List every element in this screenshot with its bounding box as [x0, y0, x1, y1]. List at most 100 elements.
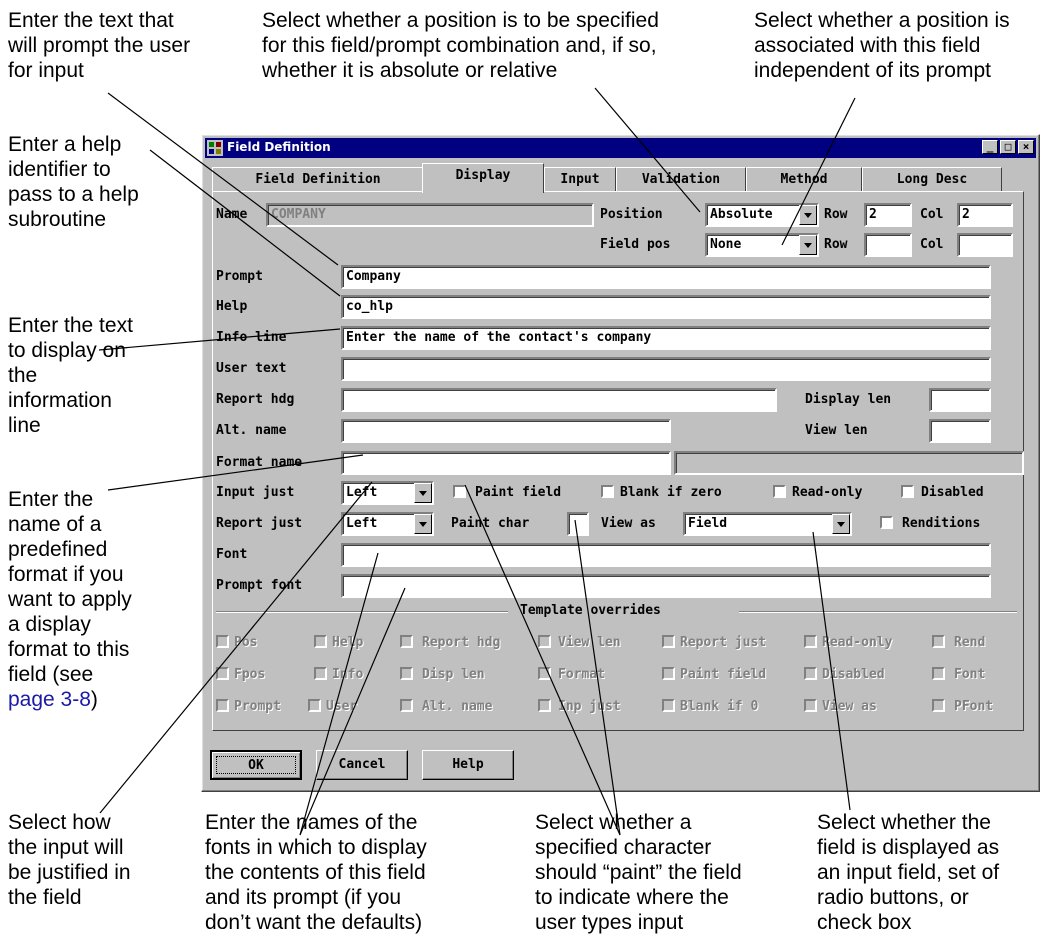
- read-only-label: Read-only: [792, 485, 863, 500]
- view-as-select[interactable]: Field: [683, 512, 852, 536]
- position-label: Position: [600, 207, 663, 222]
- focus-ring: [216, 756, 296, 774]
- chevron-down-icon[interactable]: [799, 205, 817, 225]
- blank-if-zero-checkbox[interactable]: [601, 485, 614, 498]
- chevron-down-icon[interactable]: [832, 514, 850, 534]
- override-view-len-checkbox[interactable]: [538, 635, 551, 648]
- cancel-button[interactable]: Cancel: [316, 750, 408, 780]
- help-input[interactable]: co_hlp: [341, 295, 991, 319]
- prompt-font-input[interactable]: [341, 574, 991, 598]
- paint-char-input[interactable]: [567, 512, 589, 536]
- override-blank-if-0-label: Blank if 0: [680, 699, 759, 714]
- name-label: Name: [216, 207, 248, 222]
- position-select[interactable]: Absolute: [705, 203, 819, 227]
- override-pfont-label: PFont: [954, 699, 994, 714]
- chevron-down-icon[interactable]: [414, 483, 432, 503]
- annotation-input-just: Select how the input will be justified in t…: [8, 811, 131, 909]
- col-input[interactable]: 2: [957, 203, 1013, 227]
- override-read-only-checkbox[interactable]: [804, 635, 817, 648]
- override-paint-field-label: Paint field: [680, 667, 767, 682]
- chevron-down-icon[interactable]: [414, 514, 432, 534]
- chevron-down-icon[interactable]: [799, 235, 817, 255]
- read-only-checkbox[interactable]: [773, 485, 786, 498]
- annotation-fonts: Enter the names of the fonts in which to …: [205, 811, 427, 934]
- override-blank-if-0-checkbox[interactable]: [662, 699, 675, 712]
- override-info-checkbox[interactable]: [314, 667, 327, 680]
- disabled-label: Disabled: [921, 485, 984, 500]
- tab-input[interactable]: Input: [544, 167, 616, 191]
- override-report-just-checkbox[interactable]: [662, 635, 675, 648]
- format-description-field: [674, 451, 1024, 475]
- override-disp-len-checkbox[interactable]: [400, 667, 413, 680]
- report-just-select[interactable]: Left: [341, 512, 434, 536]
- field-pos-select[interactable]: None: [705, 233, 819, 257]
- override-format-label: Format: [558, 667, 605, 682]
- override-inp-just-checkbox[interactable]: [538, 699, 551, 712]
- override-fpos-checkbox[interactable]: [216, 667, 229, 680]
- override-info-label: Info: [332, 667, 364, 682]
- renditions-label: Renditions: [902, 516, 981, 531]
- tab-method[interactable]: Method: [746, 167, 862, 191]
- override-prompt-checkbox[interactable]: [216, 699, 229, 712]
- overrides-divider-left: [216, 611, 508, 613]
- info-line-label: Info line: [216, 330, 287, 345]
- title-bar: Field Definition _ □ ×: [205, 138, 1036, 158]
- field-pos-col-input[interactable]: [957, 233, 1013, 257]
- info-line-input[interactable]: Enter the name of the contact's company: [341, 326, 991, 350]
- minimize-button[interactable]: _: [982, 140, 998, 154]
- close-button[interactable]: ×: [1018, 140, 1034, 154]
- field-definition-window: Field Definition _ □ × Field Definition …: [201, 134, 1040, 792]
- alt-name-label: Alt. name: [216, 423, 287, 438]
- override-disabled-checkbox[interactable]: [804, 667, 817, 680]
- font-input[interactable]: [341, 543, 991, 567]
- page-link[interactable]: page 3-8: [8, 688, 91, 711]
- override-pos-label: Pos: [234, 635, 258, 650]
- help-label: Help: [216, 299, 248, 314]
- paint-field-checkbox[interactable]: [453, 485, 466, 498]
- view-as-select-value: Field: [688, 516, 728, 531]
- alt-name-input[interactable]: [341, 419, 671, 443]
- prompt-input[interactable]: Company: [341, 265, 991, 289]
- tab-field-definition[interactable]: Field Definition: [212, 167, 424, 191]
- override-help-checkbox[interactable]: [314, 635, 327, 648]
- help-button[interactable]: Help: [422, 750, 514, 780]
- report-just-select-value: Left: [346, 516, 378, 531]
- input-just-label: Input just: [216, 485, 295, 500]
- ok-button[interactable]: OK: [210, 750, 302, 780]
- paint-char-label: Paint char: [451, 516, 530, 531]
- override-view-len-label: View len: [558, 635, 621, 650]
- report-hdg-input[interactable]: [341, 388, 777, 412]
- override-user-checkbox[interactable]: [308, 699, 321, 712]
- row-input[interactable]: 2: [864, 203, 912, 227]
- disabled-checkbox[interactable]: [901, 485, 914, 498]
- field-pos-row-input[interactable]: [864, 233, 912, 257]
- override-format-checkbox[interactable]: [538, 667, 551, 680]
- tab-validation[interactable]: Validation: [616, 167, 746, 191]
- view-len-input[interactable]: [929, 419, 991, 443]
- window-title: Field Definition: [227, 140, 331, 154]
- report-hdg-label: Report hdg: [216, 392, 295, 407]
- override-report-hdg-checkbox[interactable]: [400, 635, 413, 648]
- annotation-position: Select whether a position is to be speci…: [262, 9, 659, 82]
- display-len-label: Display len: [805, 392, 892, 407]
- col-label: Col: [920, 207, 944, 222]
- renditions-checkbox[interactable]: [880, 516, 893, 529]
- override-paint-field-checkbox[interactable]: [662, 667, 675, 680]
- override-alt-name-checkbox[interactable]: [400, 699, 413, 712]
- overrides-divider-right: [739, 611, 1017, 613]
- override-pfont-checkbox[interactable]: [932, 699, 945, 712]
- override-pos-checkbox[interactable]: [216, 635, 229, 648]
- display-len-input[interactable]: [929, 388, 991, 412]
- tab-display[interactable]: Display: [422, 163, 544, 193]
- field-pos-select-value: None: [710, 237, 742, 252]
- format-name-input[interactable]: [341, 451, 671, 475]
- maximize-button[interactable]: □: [1000, 140, 1016, 154]
- tab-long-desc[interactable]: Long Desc: [862, 167, 1002, 191]
- override-prompt-label: Prompt: [234, 699, 281, 714]
- override-font-checkbox[interactable]: [932, 667, 945, 680]
- user-text-input[interactable]: [341, 357, 991, 381]
- override-rend-checkbox[interactable]: [932, 635, 945, 648]
- override-view-as-checkbox[interactable]: [804, 699, 817, 712]
- annotation-view-as: Select whether the field is displayed as a…: [817, 811, 1000, 934]
- input-just-select[interactable]: Left: [341, 481, 434, 505]
